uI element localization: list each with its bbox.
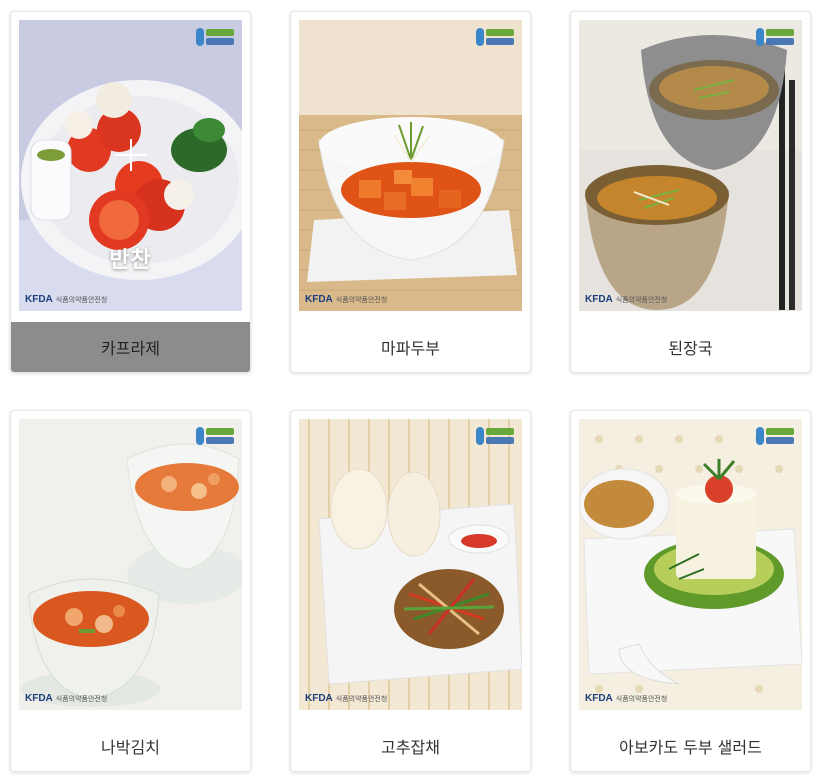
kfda-logo: KFDA 식품의약품안전청 <box>305 693 388 704</box>
kfda-logo: KFDA 식품의약품안전청 <box>305 294 388 305</box>
recipe-photo[interactable]: KFDA 식품의약품안전청 <box>579 419 802 710</box>
kfda-logo: KFDA 식품의약품안전청 <box>585 294 668 305</box>
recipe-title[interactable]: 아보카도 두부 샐러드 <box>571 721 810 771</box>
recipe-card-nabak-kimchi[interactable]: KFDA 식품의약품안전청 나박김치 <box>10 410 251 772</box>
recipe-photo[interactable]: 반찬 KFDA 식품의약품안전청 <box>19 20 242 311</box>
recipe-card-doenjang-guk[interactable]: KFDA 식품의약품안전청 된장국 <box>570 11 811 373</box>
brand-badge-icon <box>476 28 514 46</box>
recipe-photo[interactable]: KFDA 식품의약품안전청 <box>299 419 522 710</box>
brand-badge-icon <box>756 28 794 46</box>
recipe-card-avocado-tofu-salad[interactable]: KFDA 식품의약품안전청 아보카도 두부 샐러드 <box>570 410 811 772</box>
recipe-photo[interactable]: KFDA 식품의약품안전청 <box>299 20 522 311</box>
recipe-photo[interactable]: KFDA 식품의약품안전청 <box>579 20 802 311</box>
recipe-card-gochu-japchae[interactable]: KFDA 식품의약품안전청 고추잡채 <box>290 410 531 772</box>
recipe-card-mapo-tofu[interactable]: KFDA 식품의약품안전청 마파두부 <box>290 11 531 373</box>
recipe-title[interactable]: 카프라제 <box>11 322 250 372</box>
recipe-title[interactable]: 고추잡채 <box>291 721 530 771</box>
kfda-logo: KFDA 식품의약품안전청 <box>25 294 108 305</box>
kfda-logo: KFDA 식품의약품안전청 <box>585 693 668 704</box>
brand-badge-icon <box>756 427 794 445</box>
recipe-title[interactable]: 된장국 <box>571 322 810 372</box>
brand-badge-icon <box>196 28 234 46</box>
brand-badge-icon <box>476 427 514 445</box>
recipe-photo[interactable]: KFDA 식품의약품안전청 <box>19 419 242 710</box>
recipe-title[interactable]: 나박김치 <box>11 721 250 771</box>
brand-badge-icon <box>196 427 234 445</box>
recipe-title[interactable]: 마파두부 <box>291 322 530 372</box>
recipe-card-caprese[interactable]: 반찬 KFDA 식품의약품안전청 카프라제 <box>10 11 251 373</box>
kfda-logo: KFDA 식품의약품안전청 <box>25 693 108 704</box>
